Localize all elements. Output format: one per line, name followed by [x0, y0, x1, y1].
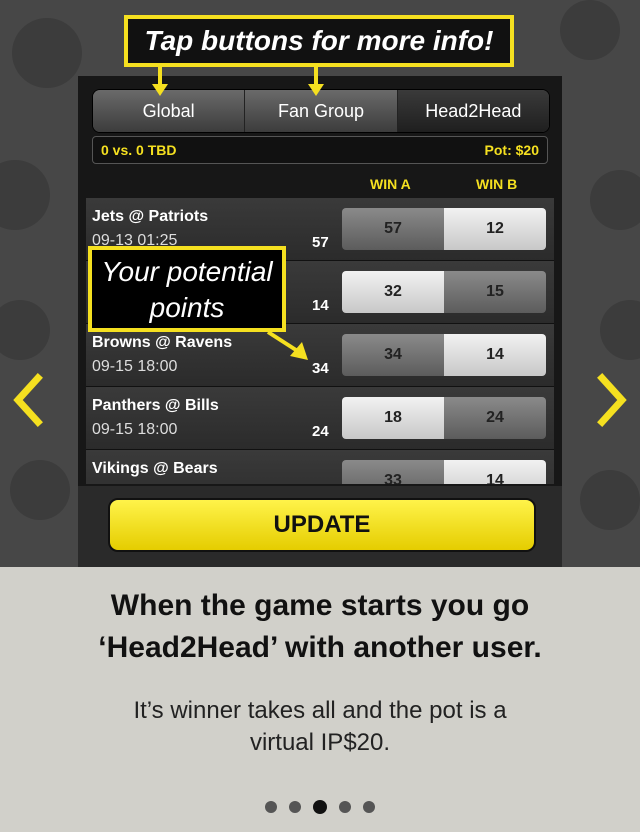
game-points: 57 — [312, 234, 329, 251]
win-b-button[interactable]: 24 — [444, 397, 546, 439]
pick-buttons: 34 14 — [342, 334, 546, 376]
pagination-dots — [0, 800, 640, 814]
tab-global[interactable]: Global — [93, 90, 246, 132]
tab-bar: Global Fan Group Head2Head — [92, 89, 550, 133]
pick-buttons: 57 12 — [342, 208, 546, 250]
callout-line: Your potential — [101, 256, 273, 287]
pick-buttons: 18 24 — [342, 397, 546, 439]
game-points: 24 — [312, 423, 329, 440]
next-arrow-icon[interactable] — [592, 370, 632, 430]
tab-fan-group[interactable]: Fan Group — [245, 90, 398, 132]
win-b-button[interactable]: 12 — [444, 208, 546, 250]
description-line: It’s winner takes all and the pot is a — [133, 697, 507, 724]
update-button[interactable]: UPDATE — [108, 498, 536, 552]
pick-buttons: 32 15 — [342, 271, 546, 313]
game-match: Browns @ Ravens — [92, 334, 233, 351]
win-b-button[interactable]: 14 — [444, 460, 546, 484]
tap-buttons-callout: Tap buttons for more info! — [124, 15, 514, 67]
game-row: Panthers @ Bills 09-15 18:00 24 18 24 — [86, 387, 554, 450]
game-row: Browns @ Ravens 09-15 18:00 34 34 14 — [86, 324, 554, 387]
potential-points-callout: Your potential points — [88, 246, 286, 332]
page-dot[interactable] — [339, 801, 351, 813]
game-points: 34 — [312, 360, 329, 377]
game-row: Vikings @ Bears 33 14 — [86, 450, 554, 484]
win-b-button[interactable]: 15 — [444, 271, 546, 313]
win-a-button[interactable]: 18 — [342, 397, 444, 439]
status-bar: 0 vs. 0 TBD Pot: $20 — [92, 136, 548, 164]
page-dot[interactable] — [265, 801, 277, 813]
pick-buttons: 33 14 — [342, 460, 546, 484]
game-match: Vikings @ Bears — [92, 460, 218, 477]
games-list: Jets @ Patriots 09-13 01:25 57 57 12 14 … — [86, 198, 554, 484]
game-time: 09-15 18:00 — [92, 358, 178, 375]
description: It’s winner takes all and the pot is a v… — [60, 695, 580, 759]
win-a-button[interactable]: 57 — [342, 208, 444, 250]
page-dot[interactable] — [363, 801, 375, 813]
win-a-button[interactable]: 32 — [342, 271, 444, 313]
headline: When the game starts you go ‘Head2Head’ … — [20, 585, 620, 669]
column-header-win-a: WIN A — [370, 176, 411, 192]
previous-arrow-icon[interactable] — [8, 370, 48, 430]
page-dot-active[interactable] — [313, 800, 327, 814]
headline-line: When the game starts you go — [110, 589, 530, 622]
tab-head2head[interactable]: Head2Head — [397, 90, 549, 132]
game-match: Jets @ Patriots — [92, 208, 209, 225]
page-dot[interactable] — [289, 801, 301, 813]
headline-line: ‘Head2Head’ with another user. — [98, 631, 542, 664]
pot-label: Pot: $20 — [484, 142, 539, 158]
win-b-button[interactable]: 14 — [444, 334, 546, 376]
win-a-button[interactable]: 34 — [342, 334, 444, 376]
game-points: 14 — [312, 297, 329, 314]
callout-line: points — [149, 292, 225, 323]
versus-label: 0 vs. 0 TBD — [101, 142, 177, 158]
column-header-win-b: WIN B — [476, 176, 518, 192]
game-time: 09-15 18:00 — [92, 421, 178, 438]
game-match: Panthers @ Bills — [92, 397, 219, 414]
update-bar: UPDATE — [78, 486, 562, 567]
info-panel: When the game starts you go ‘Head2Head’ … — [0, 567, 640, 832]
win-a-button[interactable]: 33 — [342, 460, 444, 484]
description-line: virtual IP$20. — [249, 729, 391, 756]
